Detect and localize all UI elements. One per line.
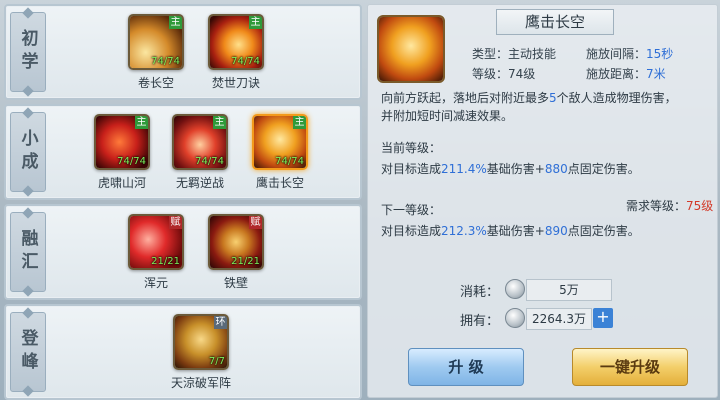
skill-name: 浑元	[143, 276, 168, 290]
tier-xiaocheng: 小成 主 74/74 虎啸山河 主 74/74 无羁逆战 主 74/74 鹰击长	[4, 104, 362, 200]
tier-label: 初学	[10, 12, 46, 92]
main-tag: 主	[249, 16, 262, 29]
selected-skill-icon	[377, 15, 445, 83]
ring-tag: 环	[214, 316, 227, 329]
skill-tiebi[interactable]: 赋 21/21 铁壁	[199, 214, 273, 291]
skill-icon[interactable]: 主 74/74	[94, 114, 150, 170]
own-label: 拥有：	[460, 314, 500, 329]
cost-value: 5万	[526, 279, 612, 301]
skill-level-count: 74/74	[151, 56, 180, 67]
tier-chuxue: 初学 主 74/74 卷长空 主 74/74 焚世刀诀	[4, 4, 362, 100]
next-level-label: 下一等级：	[381, 203, 442, 217]
skill-level-count: 74/74	[275, 156, 304, 167]
skill-icon[interactable]: 赋 21/21	[128, 214, 184, 270]
main-tag: 主	[293, 116, 306, 129]
skill-type: 类型：主动技能	[472, 47, 557, 61]
current-level-effect: 对目标造成211.4%基础伤害+880点固定伤害。	[381, 162, 640, 176]
skill-level: 等级：74级	[472, 67, 536, 81]
skill-icon[interactable]: 主 74/74	[208, 14, 264, 70]
tier-dengfeng: 登峰 环 7/7 天涼破军阵	[4, 304, 362, 400]
coin-icon	[505, 279, 525, 299]
tier-label: 登峰	[10, 312, 46, 392]
coin-icon	[505, 308, 525, 328]
skill-hunyuan[interactable]: 赋 21/21 浑元	[119, 214, 193, 291]
skill-level-count: 21/21	[231, 256, 260, 267]
tier-label: 融汇	[10, 212, 46, 292]
skill-huxiaoshanhe[interactable]: 主 74/74 虎啸山河	[85, 114, 159, 191]
skill-icon[interactable]: 赋 21/21	[208, 214, 264, 270]
skill-name: 卷长空	[137, 76, 174, 90]
add-currency-button[interactable]: +	[593, 308, 613, 328]
cost-label: 消耗：	[460, 285, 500, 300]
skill-tier-list: 初学 主 74/74 卷长空 主 74/74 焚世刀诀 小成 主 74/74 虎…	[0, 0, 362, 400]
skill-name: 虎啸山河	[97, 176, 146, 190]
skill-yingjichangkong[interactable]: 主 74/74 鹰击长空	[243, 114, 317, 191]
skill-name: 天涼破军阵	[170, 376, 231, 390]
skill-description: 向前方跃起，落地后对附近最多5个敌人造成物理伤害， 并附加短时间减速效果。	[381, 91, 677, 123]
skill-detail-panel: 鹰击长空 类型：主动技能 施放间隔：15秒 等级：74级 施放距离：7米 向前方…	[367, 4, 718, 398]
cast-distance: 施放距离：7米	[586, 67, 666, 81]
skill-fenshidaojue[interactable]: 主 74/74 焚世刀诀	[199, 14, 273, 91]
tier-label: 小成	[10, 112, 46, 192]
talent-tag: 赋	[249, 216, 262, 229]
skill-level-count: 74/74	[195, 156, 224, 167]
main-tag: 主	[213, 116, 226, 129]
talent-tag: 赋	[169, 216, 182, 229]
skill-icon[interactable]: 主 74/74	[172, 114, 228, 170]
skill-name: 焚世刀诀	[211, 76, 260, 90]
next-level-effect: 对目标造成212.3%基础伤害+890点固定伤害。	[381, 224, 640, 238]
one-key-upgrade-button[interactable]: 一键升级	[572, 348, 688, 386]
skill-level-count: 74/74	[117, 156, 146, 167]
skill-wujinizhan[interactable]: 主 74/74 无羁逆战	[163, 114, 237, 191]
skill-icon[interactable]: 主 74/74	[128, 14, 184, 70]
main-tag: 主	[169, 16, 182, 29]
skill-juanchangkong[interactable]: 主 74/74 卷长空	[119, 14, 193, 91]
skill-name: 鹰击长空	[255, 176, 304, 190]
skill-name: 无羁逆战	[175, 176, 224, 190]
upgrade-button[interactable]: 升 级	[408, 348, 524, 386]
cast-interval: 施放间隔：15秒	[586, 47, 674, 61]
current-level-label: 当前等级：	[381, 141, 442, 155]
skill-level-count: 74/74	[231, 56, 260, 67]
skill-title: 鹰击长空	[496, 9, 614, 35]
skill-name: 铁壁	[223, 276, 248, 290]
own-value: 2264.3万	[526, 308, 592, 330]
skill-icon[interactable]: 环 7/7	[173, 314, 229, 370]
required-level: 需求等级：75级	[626, 199, 714, 213]
skill-icon-selected[interactable]: 主 74/74	[252, 114, 308, 170]
skill-tianliangpojunzhen[interactable]: 环 7/7 天涼破军阵	[164, 314, 238, 391]
main-tag: 主	[135, 116, 148, 129]
skill-level-count: 7/7	[208, 356, 225, 367]
tier-ronghui: 融汇 赋 21/21 浑元 赋 21/21 铁壁	[4, 204, 362, 300]
skill-level-count: 21/21	[151, 256, 180, 267]
